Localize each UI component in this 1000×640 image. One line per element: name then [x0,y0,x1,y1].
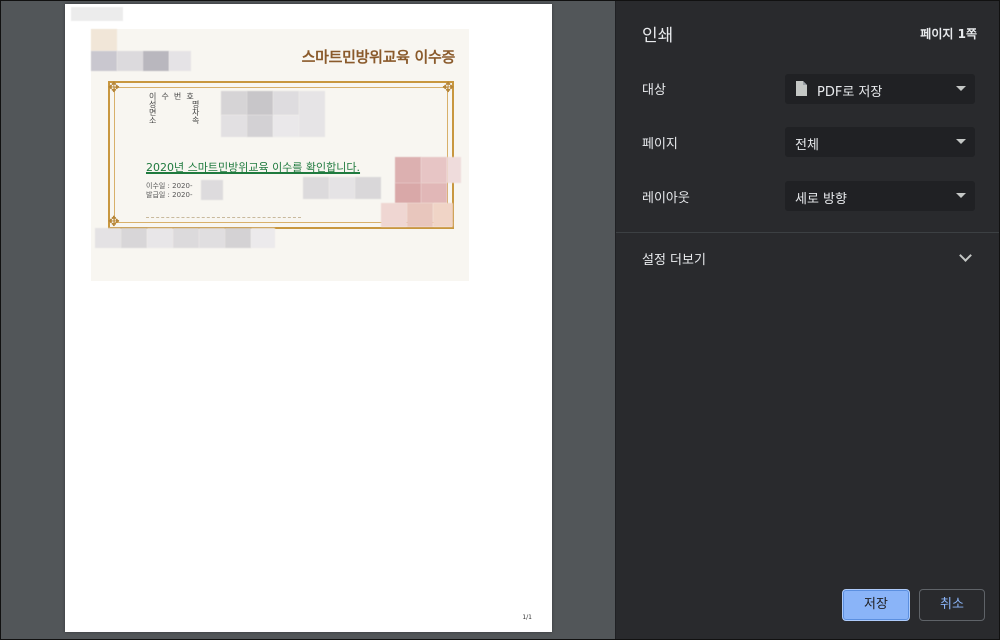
blurred-field-values [273,91,299,115]
print-dialog: 스마트민방위교육 이수증 ✥ ✥ ✥ ✥ 이 수 번 호 성 명 면 차 소 [0,0,1000,640]
page-count: 페이지 1쪽 [920,27,977,41]
blurred-seal [433,203,453,227]
date-issued: 발급일 : 2020- [146,191,193,199]
save-button[interactable]: 저장 [842,589,910,621]
blurred-seal [407,203,433,227]
certificate-dates: 이수일 : 2020- 발급일 : 2020- [146,182,192,200]
panel-title: 인쇄 [642,26,674,46]
preview-page: 스마트민방위교육 이수증 ✥ ✥ ✥ ✥ 이 수 번 호 성 명 면 차 소 [65,4,552,632]
layout-value: 세로 방향 [795,192,847,207]
blurred-footer [147,228,173,248]
layout-label: 레이아웃 [642,191,690,206]
page-number: 1/1 [522,614,532,621]
dropdown-arrow-icon [956,193,966,198]
blurred-issuer [355,177,381,199]
corner-ornament-icon: ✥ [442,80,454,96]
blurred-dates [201,180,223,200]
more-settings-toggle[interactable]: 설정 더보기 [642,249,706,268]
blurred-name [143,51,169,71]
blurred-field-values [221,91,247,115]
blurred-logo [91,29,117,51]
panel-divider [616,232,999,233]
certificate-statement: 2020년 스마트민방위교육 이수를 확인합니다. [146,161,361,174]
blurred-seal [395,157,421,183]
dropdown-arrow-icon [956,86,966,91]
destination-select[interactable]: PDF로 저장 [785,74,975,104]
certificate-field-labels: 이 수 번 호 성 명 면 차 소 속 [149,93,199,125]
blurred-footer [121,228,147,248]
blurred-issuer [303,177,329,199]
blurred-header [71,7,123,21]
file-icon [796,81,807,96]
cancel-button[interactable]: 취소 [919,589,985,621]
corner-ornament-icon: ✥ [108,214,120,230]
blurred-seal [395,183,421,203]
blurred-seal [447,157,461,183]
blurred-footer [95,228,121,248]
pages-select[interactable]: 전체 [785,127,975,157]
blurred-field-values [299,91,325,137]
destination-label: 대상 [642,83,666,98]
blurred-seal [381,203,407,227]
label-affiliation: 소 속 [149,116,200,125]
layout-select[interactable]: 세로 방향 [785,181,975,211]
blurred-field-values [221,115,247,137]
blurred-seal [421,157,447,183]
blurred-field-values [247,115,273,137]
blurred-issuer [329,177,355,199]
pages-label: 페이지 [642,137,678,152]
divider-line [146,217,301,218]
destination-value: PDF로 저장 [817,85,883,100]
pages-value: 전체 [795,138,819,153]
corner-ornament-icon: ✥ [108,80,120,96]
chevron-down-icon[interactable] [959,249,972,262]
settings-panel: 인쇄 페이지 1쪽 대상 PDF로 저장 페이지 전체 레이아웃 세로 방향 설… [616,1,999,639]
certificate-title: 스마트민방위교육 이수증 [301,48,456,66]
blurred-field-values [247,91,273,115]
date-completed: 이수일 : 2020- [146,182,193,190]
blurred-footer [251,228,275,248]
blurred-footer [225,228,251,248]
blurred-field-values [273,115,299,137]
blurred-footer [199,228,225,248]
blurred-footer [173,228,199,248]
print-preview[interactable]: 스마트민방위교육 이수증 ✥ ✥ ✥ ✥ 이 수 번 호 성 명 면 차 소 [1,1,615,639]
blurred-name [169,51,191,71]
dropdown-arrow-icon [956,139,966,144]
blurred-name [91,51,117,71]
blurred-name [117,51,143,71]
blurred-seal [421,183,447,203]
certificate: 스마트민방위교육 이수증 ✥ ✥ ✥ ✥ 이 수 번 호 성 명 면 차 소 [91,29,469,281]
